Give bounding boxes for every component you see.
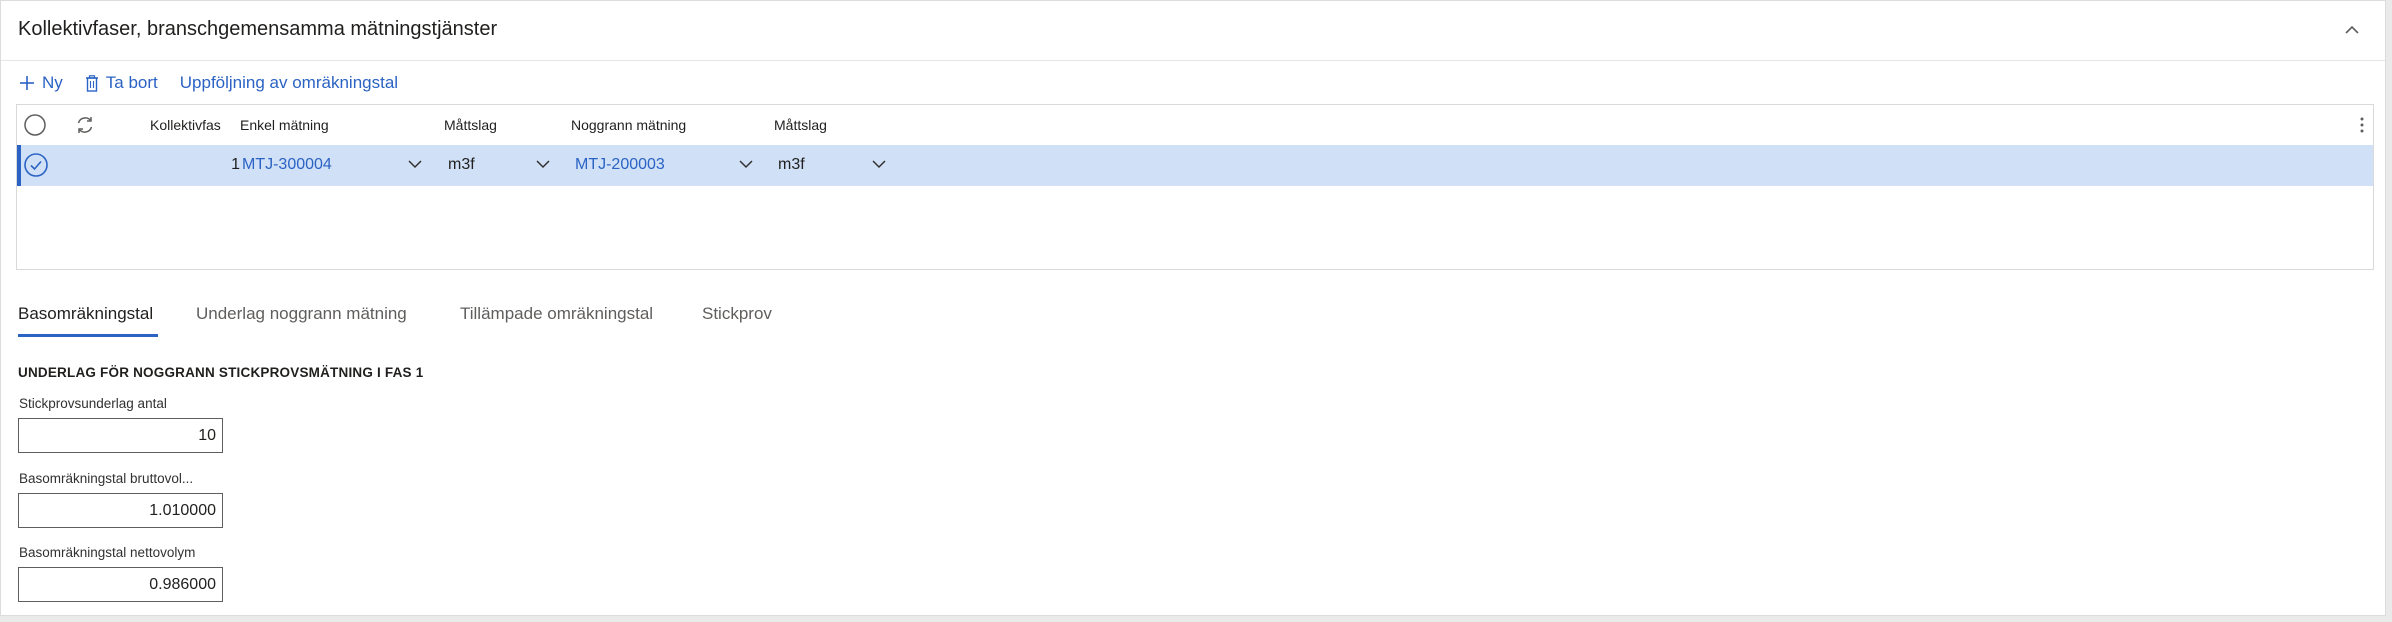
field-label-stickprovsunderlag: Stickprovsunderlag antal bbox=[19, 396, 167, 411]
column-header-noggrann-matning[interactable]: Noggrann mätning bbox=[571, 117, 686, 133]
tab-basomrakningstal[interactable]: Basomräkningstal bbox=[18, 304, 153, 324]
grid-header: Kollektivfas Enkel mätning Måttslag Nogg… bbox=[17, 105, 2373, 145]
cell-enkel-matning[interactable]: MTJ-300004 bbox=[242, 156, 332, 174]
plus-icon bbox=[20, 76, 34, 90]
tab-stickprov[interactable]: Stickprov bbox=[702, 304, 772, 324]
column-header-kollektivfas[interactable]: Kollektivfas bbox=[150, 117, 221, 133]
column-header-enkel-matning[interactable]: Enkel mätning bbox=[240, 117, 329, 133]
followup-conversion-label: Uppföljning av omräkningstal bbox=[179, 73, 399, 92]
delete-button[interactable]: Ta bort bbox=[85, 73, 158, 93]
column-header-mattslag-1[interactable]: Måttslag bbox=[444, 117, 497, 133]
stickprovsunderlag-input[interactable] bbox=[18, 418, 223, 453]
cell-mattslag-1[interactable]: m3f bbox=[448, 156, 475, 174]
field-label-bruttovolym: Basomräkningstal bruttovol... bbox=[19, 471, 194, 486]
phases-grid: Kollektivfas Enkel mätning Måttslag Nogg… bbox=[16, 104, 2374, 270]
chevron-down-icon[interactable] bbox=[406, 157, 424, 171]
tab-underlag-noggrann-matning[interactable]: Underlag noggrann mätning bbox=[196, 304, 407, 324]
panel-header[interactable]: Kollektivfaser, branschgemensamma mätnin… bbox=[1, 1, 2385, 61]
nettovolym-input[interactable] bbox=[18, 567, 223, 602]
tab-tillampade-omrakningstal[interactable]: Tillämpade omräkningstal bbox=[460, 304, 653, 324]
field-label-nettovolym: Basomräkningstal nettovolym bbox=[19, 545, 196, 560]
chevron-up-icon[interactable] bbox=[2341, 19, 2363, 41]
trash-icon bbox=[85, 74, 98, 92]
panel-title: Kollektivfaser, branschgemensamma mätnin… bbox=[18, 18, 498, 40]
cell-kollektivfas: 1 bbox=[231, 156, 240, 173]
section-title: UNDERLAG FÖR NOGGRANN STICKPROVSMÄTNING … bbox=[18, 365, 424, 380]
column-header-mattslag-2[interactable]: Måttslag bbox=[774, 117, 827, 133]
panel: Kollektivfaser, branschgemensamma mätnin… bbox=[0, 0, 2386, 616]
chevron-down-icon[interactable] bbox=[737, 157, 755, 171]
cell-mattslag-2[interactable]: m3f bbox=[778, 156, 805, 174]
followup-conversion-button[interactable]: Uppföljning av omräkningstal bbox=[180, 73, 398, 93]
action-toolbar: Ny Ta bort Uppföljning av omräkningstal bbox=[19, 70, 420, 96]
chevron-down-icon[interactable] bbox=[534, 157, 552, 171]
chevron-down-icon[interactable] bbox=[870, 157, 888, 171]
select-all-circle-icon[interactable] bbox=[23, 113, 47, 137]
new-button-label: Ny bbox=[42, 73, 63, 92]
refresh-icon[interactable] bbox=[74, 114, 96, 136]
active-tab-indicator bbox=[18, 334, 158, 337]
more-options-icon[interactable] bbox=[2359, 114, 2365, 136]
cell-noggrann-matning[interactable]: MTJ-200003 bbox=[575, 156, 665, 174]
delete-button-label: Ta bort bbox=[105, 73, 158, 92]
new-button[interactable]: Ny bbox=[19, 73, 63, 93]
row-selected-check-icon[interactable] bbox=[23, 152, 49, 178]
bruttovolym-input[interactable] bbox=[18, 493, 223, 528]
table-row[interactable]: 1 MTJ-300004 m3f MTJ-200003 m3f bbox=[17, 145, 2373, 186]
